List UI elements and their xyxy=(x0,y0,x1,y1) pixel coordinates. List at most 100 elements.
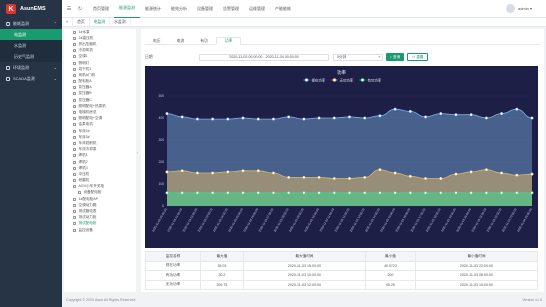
tree-checkbox[interactable] xyxy=(73,42,76,46)
tree-checkbox[interactable] xyxy=(73,172,76,176)
tree-checkbox[interactable] xyxy=(73,92,76,96)
collapse-panel-icon[interactable]: ‹ xyxy=(137,150,140,160)
tree-checkbox[interactable] xyxy=(73,73,76,77)
data-point xyxy=(195,191,199,195)
data-point xyxy=(226,170,230,174)
sidebar-item-water[interactable]: 水监测 xyxy=(0,40,62,51)
tree-checkbox[interactable] xyxy=(73,222,76,226)
tree-item-label: 油泵电机 xyxy=(78,122,93,127)
data-point xyxy=(332,116,336,120)
table-cell: 2020-11-03 15:00:00 xyxy=(414,279,539,290)
data-point xyxy=(241,116,245,120)
data-point xyxy=(378,114,382,118)
tabs-scroll-left-icon[interactable]: « xyxy=(62,17,74,27)
page-tab-water[interactable]: 水监测 xyxy=(110,17,131,27)
tree-item-label: 变压器C xyxy=(78,97,92,102)
refresh-icon[interactable]: ↻ xyxy=(76,6,84,12)
sidebar-item-energy-monitoring[interactable]: 能耗监测 ⌃ xyxy=(0,18,62,29)
tree-checkbox[interactable] xyxy=(73,185,76,189)
tab-power[interactable]: 功率 xyxy=(215,37,242,45)
tree-checkbox[interactable] xyxy=(73,154,76,158)
tree-checkbox[interactable] xyxy=(73,203,76,207)
sidebar-item-environment[interactable]: 环境监测 ⌄ xyxy=(0,62,62,73)
tree-checkbox[interactable] xyxy=(73,98,76,102)
logo-icon: K xyxy=(6,4,16,14)
top-nav-item-efficiency[interactable]: 能效分析 xyxy=(166,0,192,18)
tab-energy[interactable]: 有功 xyxy=(192,37,216,45)
tree-checkbox[interactable] xyxy=(73,166,76,170)
data-point xyxy=(302,117,306,121)
data-point xyxy=(271,117,276,121)
chevron-up-icon: ⌃ xyxy=(53,21,57,26)
data-point xyxy=(363,175,367,179)
tree-item-label: 车床3# xyxy=(78,134,90,139)
top-nav-item-energy-stats[interactable]: 能源统计 xyxy=(140,0,166,18)
stats-table: 监控名称 最大值 最大值时间 最小值 最小值时间 视在功率 35.03 2020-11-03… xyxy=(145,251,539,290)
top-nav-item-alarms[interactable]: 告警管理 xyxy=(218,0,244,18)
data-point xyxy=(454,191,458,195)
tree-checkbox[interactable] xyxy=(73,36,76,40)
sidebar-item-scada[interactable]: SCADA监测 ⌄ xyxy=(0,73,62,84)
tree-checkbox[interactable] xyxy=(73,160,76,164)
tree-checkbox[interactable] xyxy=(78,191,81,195)
tree-checkbox[interactable] xyxy=(73,80,76,84)
tree-checkbox[interactable] xyxy=(73,179,76,183)
tree-checkbox[interactable] xyxy=(73,210,76,214)
tree-checkbox[interactable] xyxy=(73,55,76,59)
tree-checkbox[interactable] xyxy=(73,104,76,108)
tree-checkbox[interactable] xyxy=(73,135,76,139)
data-point xyxy=(302,191,306,195)
page-tab-electricity[interactable]: 电监测 xyxy=(90,17,111,27)
tree-checkbox[interactable] xyxy=(73,197,76,201)
data-point xyxy=(408,109,412,113)
sidebar-item-electricity[interactable]: 电监测 xyxy=(0,29,62,40)
user-menu[interactable]: admin ▾ xyxy=(505,4,532,13)
page-tab-home[interactable]: 首页 xyxy=(73,17,90,27)
data-point xyxy=(195,117,199,121)
tree-item-label: 车床2# xyxy=(78,128,90,133)
tree-checkbox[interactable] xyxy=(73,228,76,232)
top-nav-item-home[interactable]: 首页管理 xyxy=(88,0,114,18)
date-range-picker[interactable]: 2020-11-03 00:00:00 - 2020-11-04 00:00:0… xyxy=(199,53,329,61)
y-tick-label: 200 xyxy=(159,160,165,164)
sidebar-item-gas-history[interactable]: 历史气监测 xyxy=(0,51,62,62)
series-area xyxy=(167,192,532,206)
sidebar-item-label: 水监测 xyxy=(14,42,26,48)
search-button[interactable]: ⌕ 查询 xyxy=(386,53,405,61)
tree-checkbox[interactable] xyxy=(73,141,76,145)
tree-checkbox[interactable] xyxy=(73,86,76,90)
tree-checkbox[interactable] xyxy=(73,111,76,115)
tree-checkbox[interactable] xyxy=(73,117,76,121)
x-tick-label: 2020-11-03 17:00:00 xyxy=(410,207,427,232)
footer: Copyright © 2020 Asun All Rights Reserve… xyxy=(62,293,546,307)
legend-marker xyxy=(360,78,365,82)
top-nav-item-production[interactable]: 产能能耗 xyxy=(270,0,296,18)
top-nav-item-energy-monitoring[interactable]: 能源监测 xyxy=(114,0,140,18)
tree-checkbox[interactable] xyxy=(73,123,76,127)
interval-select[interactable]: 5分钟 xyxy=(333,53,383,61)
app-logo[interactable]: K AsunEMS xyxy=(0,0,62,18)
reset-button[interactable]: ↺ 重置 xyxy=(407,53,429,61)
top-nav-item-maintenance[interactable]: 运维管理 xyxy=(244,0,270,18)
table-cell: 40.0723 xyxy=(364,260,416,271)
tree-checkbox[interactable] xyxy=(73,216,76,220)
x-tick-label: 2020-11-03 09:00:00 xyxy=(288,207,305,232)
table-cell: 2020-11-03 10:00:00 xyxy=(242,270,366,281)
tree-checkbox[interactable] xyxy=(73,61,76,65)
tab-current[interactable]: 电流 xyxy=(169,37,193,45)
tree-item[interactable]: 监控设备 xyxy=(64,227,136,233)
menu-toggle-icon[interactable]: ☰ xyxy=(65,6,73,12)
tree-checkbox[interactable] xyxy=(73,49,76,53)
tree-checkbox[interactable] xyxy=(73,129,76,133)
tree-checkbox[interactable] xyxy=(73,67,76,71)
tree-checkbox[interactable] xyxy=(73,148,76,152)
table-header-row: 监控名称 最大值 最大值时间 最小值 最小值时间 xyxy=(145,251,539,262)
tree-item-label: 变压器A xyxy=(78,85,92,90)
tree-checkbox[interactable] xyxy=(73,30,76,34)
tab-voltage[interactable]: 电压 xyxy=(145,37,169,45)
tree-item-label: 变压器B xyxy=(78,91,92,96)
top-nav: 首页管理 能源监测 能源统计 能效分析 设备管理 告警管理 运维管理 产能能耗 xyxy=(88,0,296,18)
data-point xyxy=(469,113,473,117)
top-nav-item-devices[interactable]: 设备管理 xyxy=(192,0,218,18)
table-header-cell: 最小值时间 xyxy=(414,251,539,262)
